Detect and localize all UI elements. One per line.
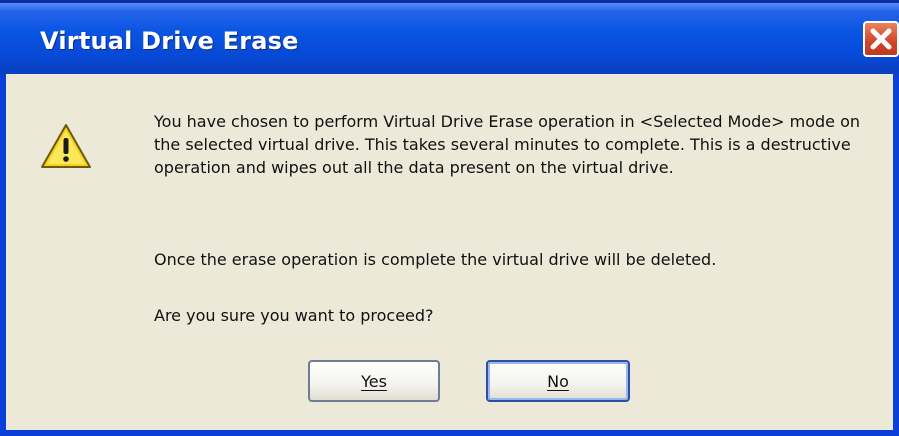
no-button[interactable]: No	[486, 360, 630, 402]
yes-button-label: Yes	[361, 371, 387, 391]
close-icon	[870, 28, 892, 50]
message-paragraph-2: Once the erase operation is complete the…	[154, 250, 717, 269]
yes-button[interactable]: Yes	[308, 360, 440, 402]
message-paragraph-1: You have chosen to perform Virtual Drive…	[154, 112, 861, 177]
erase-dialog: Virtual Drive Erase You have chosen to p…	[0, 0, 899, 436]
message-text: You have chosen to perform Virtual Drive…	[154, 110, 866, 179]
title-bar[interactable]: Virtual Drive Erase	[0, 0, 899, 74]
dialog-title: Virtual Drive Erase	[40, 27, 299, 55]
message-paragraph-3: Are you sure you want to proceed?	[154, 306, 434, 325]
warning-icon	[41, 124, 91, 168]
no-button-label: No	[547, 371, 569, 391]
close-button[interactable]	[863, 21, 899, 57]
